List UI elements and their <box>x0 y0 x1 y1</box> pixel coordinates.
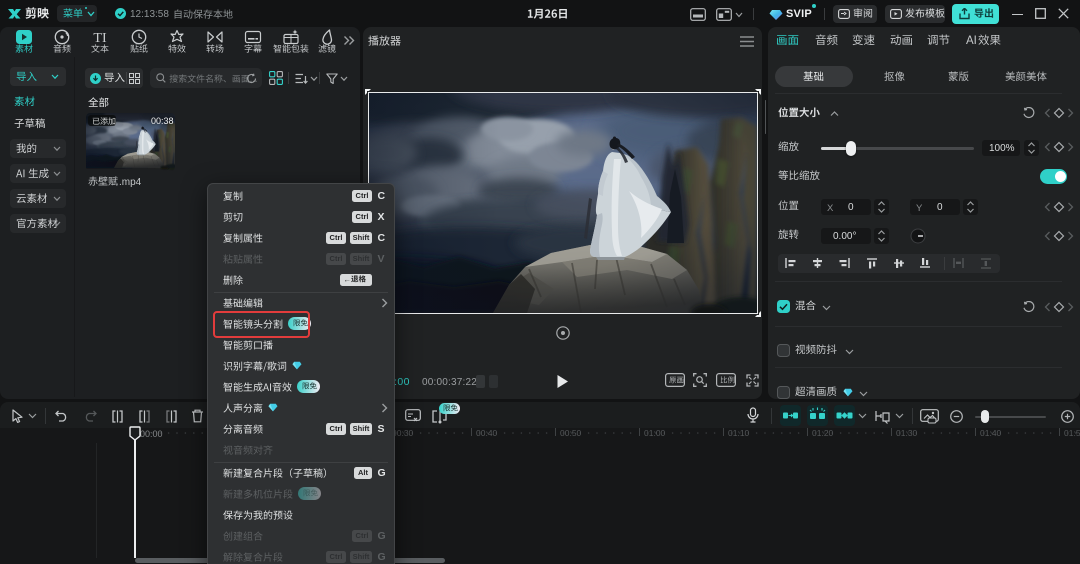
svg-text:01:40: 01:40 <box>980 428 1002 438</box>
svg-text:01:00: 01:00 <box>644 428 666 438</box>
svg-text:01:20: 01:20 <box>812 428 834 438</box>
svg-text:01:30: 01:30 <box>896 428 918 438</box>
svg-text:01:50: 01:50 <box>1064 428 1080 438</box>
svg-text:01:10: 01:10 <box>728 428 750 438</box>
svg-text:00:30: 00:30 <box>392 428 414 438</box>
svg-text:00:40: 00:40 <box>476 428 498 438</box>
svg-text:00:50: 00:50 <box>560 428 582 438</box>
svg-text:TI: TI <box>93 31 107 45</box>
